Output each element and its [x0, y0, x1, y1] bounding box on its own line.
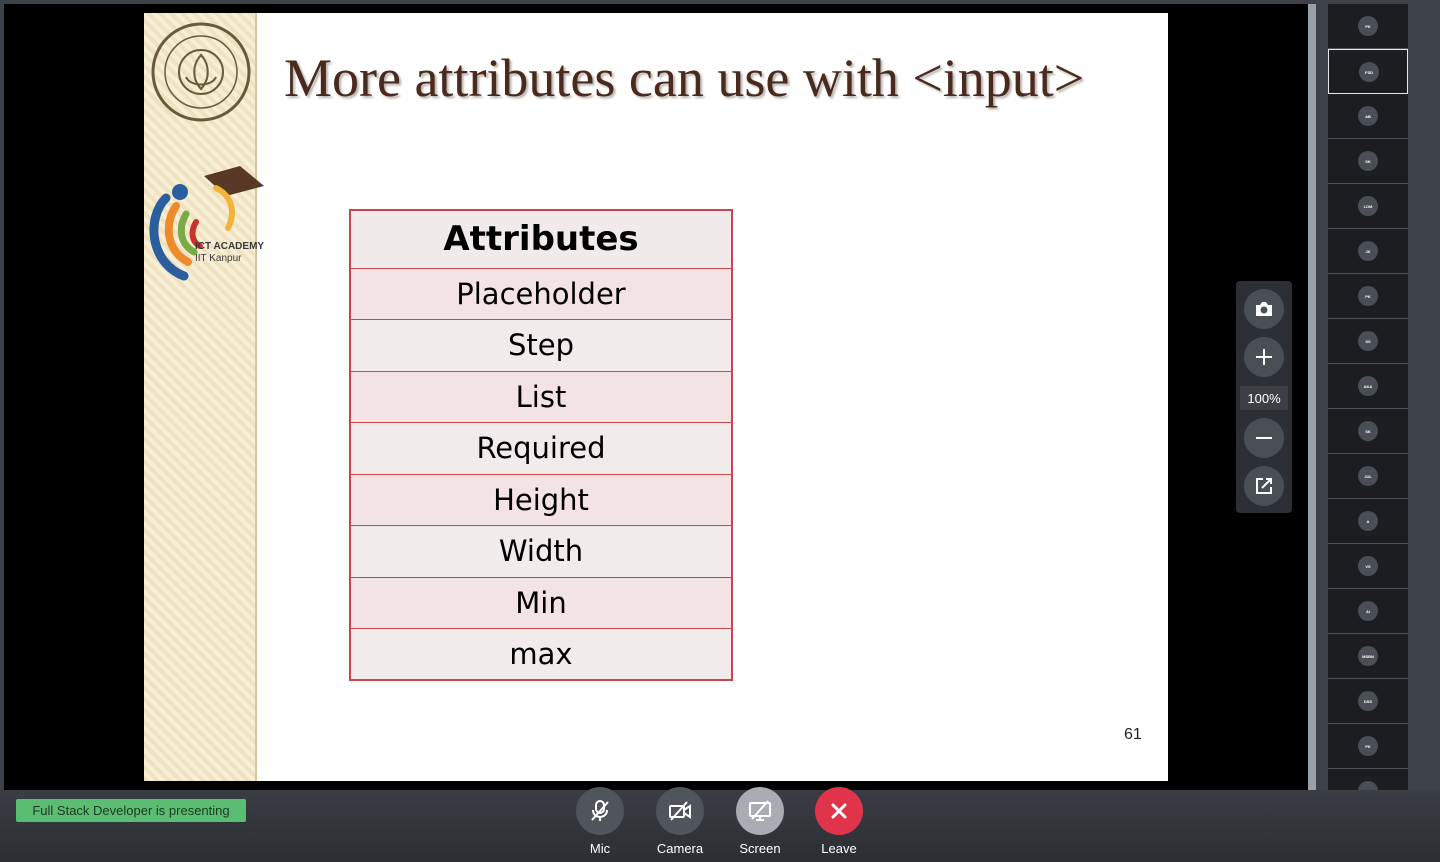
slide-page-number: 61: [1124, 726, 1142, 743]
avatar: [1358, 781, 1378, 790]
participants-panel: PK FSD AB SK LDM JK PK SS AKA SK JUL A V…: [1316, 0, 1440, 790]
avatar: VS: [1358, 556, 1378, 576]
participant-tile[interactable]: A: [1328, 499, 1408, 544]
participant-tiles: PK FSD AB SK LDM JK PK SS AKA SK JUL A V…: [1328, 4, 1408, 790]
avatar: SK: [1358, 151, 1378, 171]
participant-tile[interactable]: LDM: [1328, 184, 1408, 229]
plus-icon: [1256, 349, 1272, 365]
avatar: SS: [1358, 331, 1378, 351]
zoom-out-button[interactable]: [1244, 418, 1284, 458]
presentation-slide: ICT ACADEMY IIT Kanpur More attributes c…: [144, 13, 1168, 781]
screen-share-off-icon: [749, 800, 771, 821]
table-header: Attributes: [349, 209, 733, 269]
participant-tile-active[interactable]: FSD: [1328, 49, 1408, 94]
table-row: List: [349, 370, 733, 423]
leave-button[interactable]: Leave: [804, 787, 874, 856]
participant-tile[interactable]: AI: [1328, 589, 1408, 634]
camera-snapshot-icon: [1256, 302, 1272, 316]
table-row: max: [349, 628, 733, 681]
meeting-controls-bar: Full Stack Developer is presenting Mic C…: [0, 787, 1440, 862]
minus-icon: [1256, 437, 1272, 439]
screen-share-button[interactable]: Screen: [725, 787, 795, 856]
slide-title: More attributes can use with <input>: [284, 48, 1085, 108]
video-off-icon: [669, 801, 691, 821]
leave-label: Leave: [821, 841, 857, 856]
participant-tile[interactable]: JUL: [1328, 454, 1408, 499]
mic-toggle[interactable]: [576, 787, 624, 835]
mic-label: Mic: [589, 841, 611, 856]
avatar: PK: [1358, 16, 1378, 36]
zoom-toolbar: 100%: [1236, 281, 1292, 513]
mic-button[interactable]: Mic: [565, 787, 635, 856]
participant-tile[interactable]: SS: [1328, 319, 1408, 364]
avatar: MSBN: [1358, 646, 1378, 666]
avatar: LDM: [1358, 196, 1378, 216]
participant-tile[interactable]: DSS: [1328, 679, 1408, 724]
close-icon: [831, 803, 847, 819]
ict-academy-subtitle: IIT Kanpur: [195, 253, 242, 264]
avatar: PK: [1358, 286, 1378, 306]
participant-tile[interactable]: SK: [1328, 139, 1408, 184]
avatar: AB: [1358, 106, 1378, 126]
participant-tile[interactable]: AB: [1328, 94, 1408, 139]
screenshot-button[interactable]: [1244, 289, 1284, 329]
iitk-seal-logo: [151, 22, 251, 122]
participant-tile[interactable]: JK: [1328, 229, 1408, 274]
participant-tile[interactable]: PK: [1328, 274, 1408, 319]
presenting-status-badge: Full Stack Developer is presenting: [16, 799, 246, 822]
zoom-level-display: 100%: [1240, 386, 1288, 410]
table-row: Placeholder: [349, 267, 733, 320]
table-row: Step: [349, 319, 733, 372]
avatar: JK: [1358, 241, 1378, 261]
camera-toggle[interactable]: [656, 787, 704, 835]
participant-tile[interactable]: PK: [1328, 4, 1408, 49]
avatar: FSD: [1359, 62, 1379, 82]
avatar: DSS: [1358, 691, 1378, 711]
participant-tile[interactable]: AKA: [1328, 364, 1408, 409]
participant-tile[interactable]: SK: [1328, 409, 1408, 454]
mic-muted-icon: [591, 800, 609, 821]
participant-tile[interactable]: PK: [1328, 724, 1408, 769]
avatar: SK: [1358, 421, 1378, 441]
table-row: Min: [349, 576, 733, 629]
zoom-in-button[interactable]: [1244, 337, 1284, 377]
table-row: Height: [349, 473, 733, 526]
slide-sidebar-stripe: [144, 13, 257, 781]
leave-toggle[interactable]: [815, 787, 863, 835]
avatar: PK: [1358, 736, 1378, 756]
camera-button[interactable]: Camera: [645, 787, 715, 856]
avatar: A: [1358, 511, 1378, 531]
avatar: AI: [1358, 601, 1378, 621]
avatar: AKA: [1358, 376, 1378, 396]
participant-tile[interactable]: [1328, 769, 1408, 790]
pop-out-button[interactable]: [1244, 466, 1284, 506]
external-link-icon: [1256, 478, 1272, 494]
stage-scrollbar[interactable]: [1308, 4, 1316, 790]
ict-academy-title: ICT ACADEMY: [195, 241, 265, 252]
avatar: JUL: [1358, 466, 1378, 486]
table-row: Width: [349, 525, 733, 578]
participant-tile[interactable]: VS: [1328, 544, 1408, 589]
screen-label: Screen: [739, 841, 781, 856]
screen-share-toggle[interactable]: [736, 787, 784, 835]
table-row: Required: [349, 422, 733, 475]
attributes-table: Attributes Placeholder Step List Require…: [349, 209, 733, 681]
participant-tile[interactable]: MSBN: [1328, 634, 1408, 679]
camera-label: Camera: [656, 841, 704, 856]
